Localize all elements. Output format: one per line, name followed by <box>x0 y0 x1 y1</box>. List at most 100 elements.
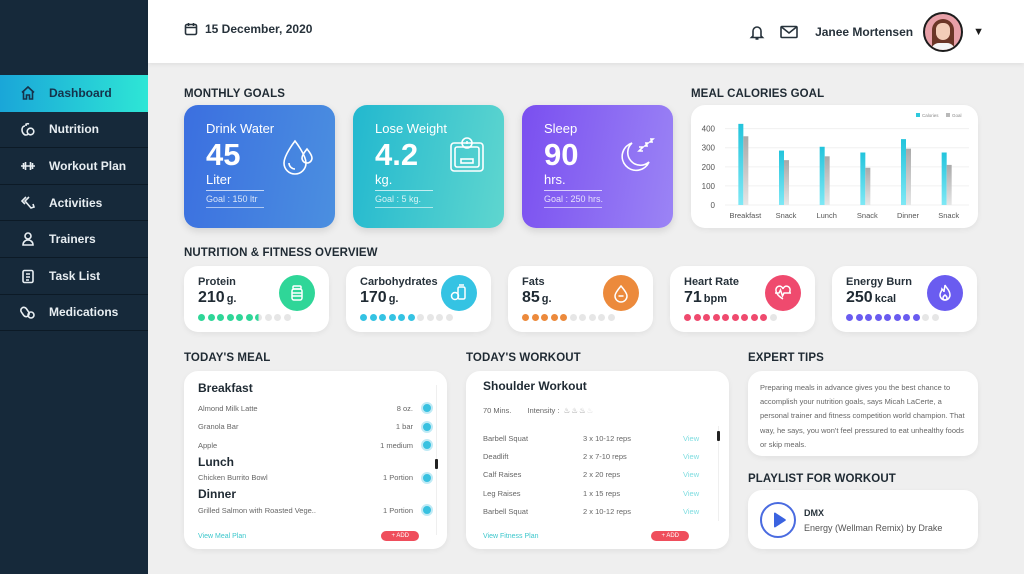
avatar[interactable] <box>923 12 964 52</box>
workout-row: Barbell Squat 3 x 10-12 reps View <box>483 429 713 447</box>
meal-item-qty: 1 bar <box>395 422 413 432</box>
add-meal-button[interactable]: + ADD <box>381 531 419 541</box>
bar-goal[interactable] <box>824 156 830 205</box>
progress-dot <box>569 314 577 321</box>
bar-calories[interactable] <box>738 123 744 205</box>
mail-icon[interactable] <box>779 22 799 42</box>
meal-calories-chart: 0 100 200 300 400 Breakfast Snack Lunch Snack Din… <box>691 105 978 228</box>
goal-title: Drink Water <box>206 121 275 136</box>
track-artist: DMX <box>804 508 824 518</box>
exercise-reps: 2 x 7-10 reps <box>583 452 627 462</box>
meal-scrollbar-thumb[interactable] <box>435 459 438 469</box>
exercise-view-link[interactable]: View <box>683 489 713 498</box>
expert-tip-text: Preparing meals in advance gives you the… <box>760 383 965 449</box>
exercise-view-link[interactable]: View <box>683 434 713 443</box>
intensity-flame-icon: ♨ <box>586 406 595 415</box>
bar-calories[interactable] <box>860 152 866 206</box>
stat-card-heart-rate[interactable]: Heart Rate 71 bpm <box>670 266 815 332</box>
sidebar-item-workout-plan[interactable]: Workout Plan <box>0 148 148 185</box>
stat-card-protein[interactable]: Protein 210 g. <box>184 266 329 332</box>
sidebar-item-trainers[interactable]: Trainers <box>0 221 148 258</box>
workout-row: Barbell Squat 2 x 10-12 reps View <box>483 503 713 521</box>
x-tick-label: Dinner <box>897 211 920 220</box>
progress-dot <box>255 314 262 321</box>
apple-icon <box>20 121 36 137</box>
intensity-flame-icon: ♨ <box>578 406 587 415</box>
meal-item: Apple 1 medium <box>198 436 433 455</box>
stat-progress <box>522 314 653 321</box>
goal-card-drink-water[interactable]: Drink Water 45 Liter Goal : 150 ltr <box>184 105 335 228</box>
sidebar-item-medications[interactable]: Medications <box>0 295 148 332</box>
sidebar-item-activities[interactable]: Activities <box>0 185 148 222</box>
bar-goal[interactable] <box>946 164 952 205</box>
sidebar-item-nutrition[interactable]: Nutrition <box>0 112 148 149</box>
progress-dot <box>588 314 596 321</box>
y-tick-label: 100 <box>702 182 716 191</box>
date-display[interactable]: 15 December, 2020 <box>184 22 312 36</box>
bar-goal[interactable] <box>906 148 911 205</box>
exercise-view-link[interactable]: View <box>683 452 713 461</box>
user-menu-caret-icon[interactable]: ▼ <box>973 26 984 38</box>
bar-calories[interactable] <box>819 146 825 205</box>
overview-title: NUTRITION & FITNESS OVERVIEW <box>184 247 378 259</box>
exercise-name: Barbell Squat <box>483 433 529 443</box>
stat-unit: g. <box>541 293 552 305</box>
exercise-name: Barbell Squat <box>483 507 529 517</box>
stat-progress <box>846 314 977 321</box>
progress-dot <box>283 314 291 321</box>
progress-dot <box>226 314 234 321</box>
meal-item-radio[interactable] <box>421 471 433 484</box>
progress-dot <box>531 314 539 321</box>
meal-item: Chicken Burrito Bowl 1 Portion <box>198 469 433 488</box>
stat-unit: g. <box>226 293 237 305</box>
goal-title: Sleep <box>544 121 578 136</box>
meal-item-radio[interactable] <box>421 439 433 452</box>
goal-card-lose-weight[interactable]: Lose Weight 4.2 kg. Goal : 5 kg. <box>353 105 504 228</box>
bar-calories[interactable] <box>901 139 906 205</box>
person-icon <box>20 231 36 247</box>
notification-bell-icon[interactable] <box>747 22 767 42</box>
bar-calories[interactable] <box>779 150 784 205</box>
protein-jar-icon <box>279 275 315 311</box>
playlist-title: PLAYLIST FOR WORKOUT <box>748 473 896 485</box>
workout-scrollbar-thumb[interactable] <box>717 431 720 441</box>
progress-dot <box>445 314 453 321</box>
sidebar-item-dashboard[interactable]: Dashboard <box>0 75 148 112</box>
play-button[interactable] <box>760 502 796 538</box>
bar-calories[interactable] <box>941 152 947 206</box>
progress-dot <box>398 314 405 321</box>
sidebar-item-label: Activities <box>49 195 103 210</box>
exercise-view-link[interactable]: View <box>683 470 713 479</box>
meal-item-radio[interactable] <box>421 504 433 517</box>
view-fitness-plan-link[interactable]: View Fitness Plan <box>483 533 539 540</box>
clipboard-icon <box>20 268 36 284</box>
stat-card-carbohydrates[interactable]: Carbohydrates 170 g. <box>346 266 491 332</box>
progress-dot <box>274 314 281 321</box>
sidebar-item-task-list[interactable]: Task List <box>0 258 148 295</box>
bar-goal[interactable] <box>784 160 789 205</box>
meal-item-qty: 8 oz. <box>396 403 413 413</box>
user-name[interactable]: Janee Mortensen <box>815 25 913 39</box>
meal-item-radio[interactable] <box>421 402 433 415</box>
meal-item-qty: 1 Portion <box>382 473 413 483</box>
meal-item: Grilled Salmon with Roasted Vege.. 1 Por… <box>198 501 433 520</box>
bar-goal[interactable] <box>865 167 871 205</box>
bar-goal[interactable] <box>743 136 749 205</box>
progress-dot <box>760 314 767 321</box>
meal-item-radio[interactable] <box>421 420 433 433</box>
stat-card-energy-burn[interactable]: Energy Burn 250 kcal <box>832 266 977 332</box>
goal-title: Lose Weight <box>375 121 448 136</box>
meal-item-qty: 1 Portion <box>382 505 413 515</box>
goal-target: Goal : 150 ltr <box>206 194 264 208</box>
add-workout-button[interactable]: + ADD <box>651 531 689 541</box>
progress-dot <box>750 314 758 321</box>
sidebar-item-label: Nutrition <box>49 122 99 137</box>
expert-tips-title: EXPERT TIPS <box>748 352 824 364</box>
meal-group-lunch: Lunch <box>198 454 234 469</box>
goal-card-sleep[interactable]: Sleep 90 hrs. Goal : 250 hrs. <box>522 105 673 228</box>
exercise-view-link[interactable]: View <box>683 507 713 516</box>
exercise-name: Deadlift <box>483 452 509 462</box>
stat-card-fats[interactable]: Fats 85 g. <box>508 266 653 332</box>
progress-dot <box>922 314 929 321</box>
view-meal-plan-link[interactable]: View Meal Plan <box>198 533 246 540</box>
